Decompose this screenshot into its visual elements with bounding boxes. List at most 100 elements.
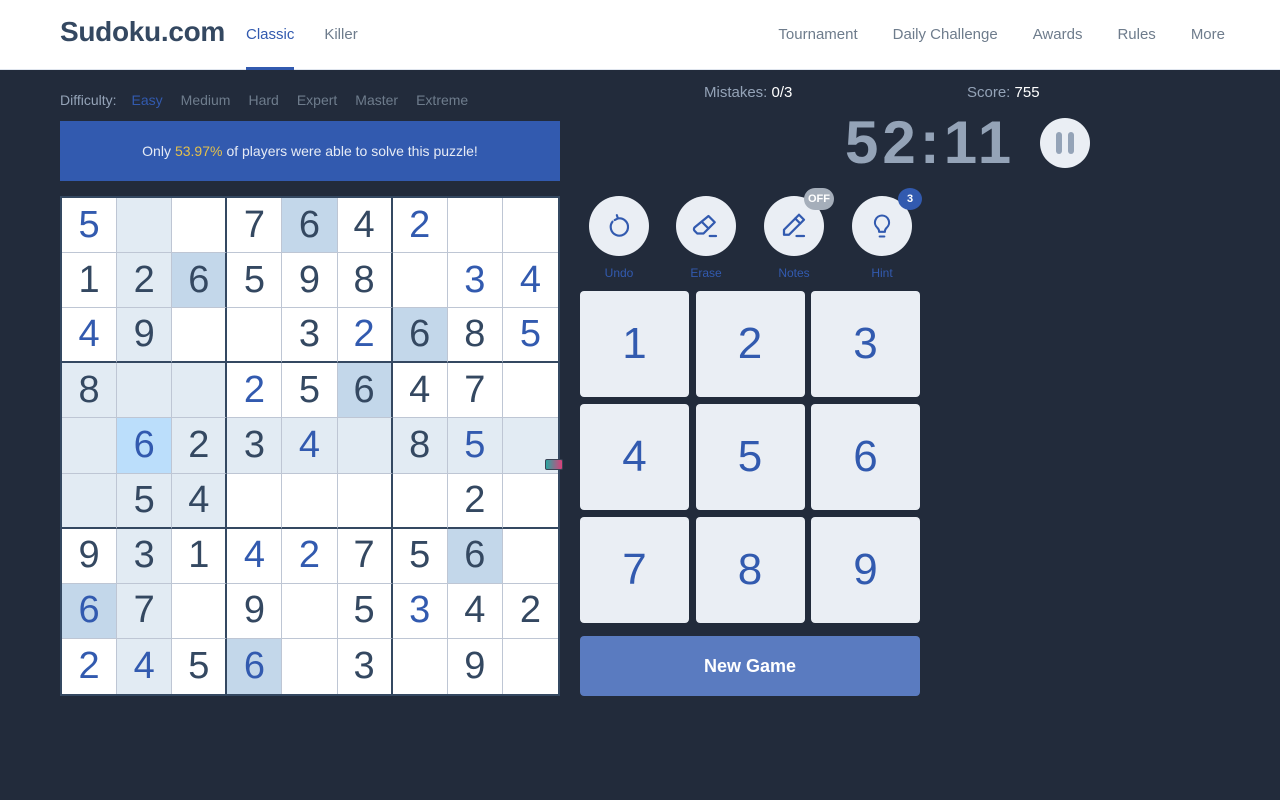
board-cell[interactable]: 1 [62,253,118,309]
numpad-key-6[interactable]: 6 [811,404,920,510]
board-cell[interactable]: 4 [337,198,393,254]
board-cell[interactable]: 7 [447,363,503,419]
numpad-key-9[interactable]: 9 [811,517,920,623]
board-cell[interactable] [282,638,338,694]
board-cell[interactable]: 7 [227,198,283,254]
nav-tab-classic[interactable]: Classic [246,0,295,70]
board-cell[interactable]: 6 [447,528,503,584]
board-cell[interactable] [117,363,173,419]
nav-awards[interactable]: Awards [1033,0,1083,70]
board-cell[interactable] [282,583,338,639]
nav-rules[interactable]: Rules [1117,0,1155,70]
board-cell[interactable]: 8 [392,418,448,474]
board-cell[interactable]: 2 [282,528,338,584]
numpad-key-4[interactable]: 4 [580,404,689,510]
board-cell[interactable]: 3 [282,308,338,364]
board-cell[interactable]: 7 [337,528,393,584]
board-cell[interactable]: 5 [282,363,338,419]
board-cell[interactable]: 5 [392,528,448,584]
board-cell[interactable]: 3 [392,583,448,639]
board-cell[interactable]: 4 [392,363,448,419]
notes-button[interactable]: OFF Notes [764,188,834,280]
difficulty-medium[interactable]: Medium [181,92,231,108]
board-cell[interactable]: 7 [117,583,173,639]
board-cell[interactable] [392,638,448,694]
board-cell[interactable]: 6 [62,583,118,639]
numpad-key-1[interactable]: 1 [580,291,689,397]
board-cell[interactable] [227,308,283,364]
board-cell[interactable]: 9 [62,528,118,584]
board-cell[interactable] [337,418,393,474]
nav-tournament[interactable]: Tournament [778,0,857,70]
board-cell[interactable]: 2 [337,308,393,364]
pause-button[interactable] [1040,118,1090,168]
board-cell[interactable]: 6 [117,418,173,474]
board-cell[interactable]: 2 [447,473,503,529]
board-cell[interactable]: 3 [447,253,503,309]
board-cell[interactable] [447,198,503,254]
erase-button[interactable]: Erase [676,196,736,280]
board-cell[interactable] [337,473,393,529]
numpad-key-3[interactable]: 3 [811,291,920,397]
board-cell[interactable]: 8 [337,253,393,309]
difficulty-extreme[interactable]: Extreme [416,92,468,108]
board-cell[interactable]: 6 [337,363,393,419]
board-cell[interactable] [502,363,558,419]
board-cell[interactable]: 5 [227,253,283,309]
board-cell[interactable] [172,363,228,419]
board-cell[interactable]: 4 [502,253,558,309]
board-cell[interactable] [502,528,558,584]
difficulty-expert[interactable]: Expert [297,92,337,108]
board-cell[interactable] [62,473,118,529]
board-cell[interactable] [172,308,228,364]
board-cell[interactable]: 8 [447,308,503,364]
board-cell[interactable]: 3 [337,638,393,694]
board-cell[interactable]: 5 [337,583,393,639]
board-cell[interactable]: 9 [282,253,338,309]
board-cell[interactable]: 4 [117,638,173,694]
board-cell[interactable] [62,418,118,474]
board-cell[interactable] [502,638,558,694]
board-cell[interactable] [392,473,448,529]
board-cell[interactable]: 4 [172,473,228,529]
board-cell[interactable]: 2 [117,253,173,309]
board-cell[interactable]: 4 [282,418,338,474]
board-cell[interactable]: 5 [172,638,228,694]
numpad-key-7[interactable]: 7 [580,517,689,623]
board-cell[interactable] [172,198,228,254]
board-cell[interactable]: 5 [117,473,173,529]
site-logo[interactable]: Sudoku.com [60,16,225,48]
board-cell[interactable]: 9 [117,308,173,364]
board-cell[interactable]: 4 [227,528,283,584]
difficulty-hard[interactable]: Hard [248,92,278,108]
nav-more[interactable]: More [1191,0,1225,70]
board-cell[interactable] [172,583,228,639]
board-cell[interactable]: 6 [392,308,448,364]
nav-tab-killer[interactable]: Killer [324,0,357,70]
board-cell[interactable] [502,198,558,254]
board-cell[interactable]: 2 [392,198,448,254]
board-cell[interactable] [227,473,283,529]
board-cell[interactable]: 4 [62,308,118,364]
numpad-key-5[interactable]: 5 [695,404,805,510]
nav-daily-challenge[interactable]: Daily Challenge [893,0,998,70]
board-cell[interactable]: 5 [502,308,558,364]
board-cell[interactable] [117,198,173,254]
board-cell[interactable] [502,473,558,529]
hint-button[interactable]: 3 Hint [852,188,922,280]
board-cell[interactable]: 2 [502,583,558,639]
board-cell[interactable]: 3 [227,418,283,474]
board-cell[interactable]: 1 [172,528,228,584]
board-cell[interactable] [282,473,338,529]
board-cell[interactable]: 3 [117,528,173,584]
board-cell[interactable]: 9 [447,638,503,694]
board-cell[interactable]: 8 [62,363,118,419]
board-cell[interactable]: 6 [227,638,283,694]
board-cell[interactable] [392,253,448,309]
difficulty-master[interactable]: Master [355,92,398,108]
board-cell[interactable]: 6 [282,198,338,254]
board-cell[interactable]: 2 [62,638,118,694]
numpad-key-8[interactable]: 8 [695,517,805,623]
board-cell[interactable]: 2 [227,363,283,419]
board-cell[interactable]: 2 [172,418,228,474]
